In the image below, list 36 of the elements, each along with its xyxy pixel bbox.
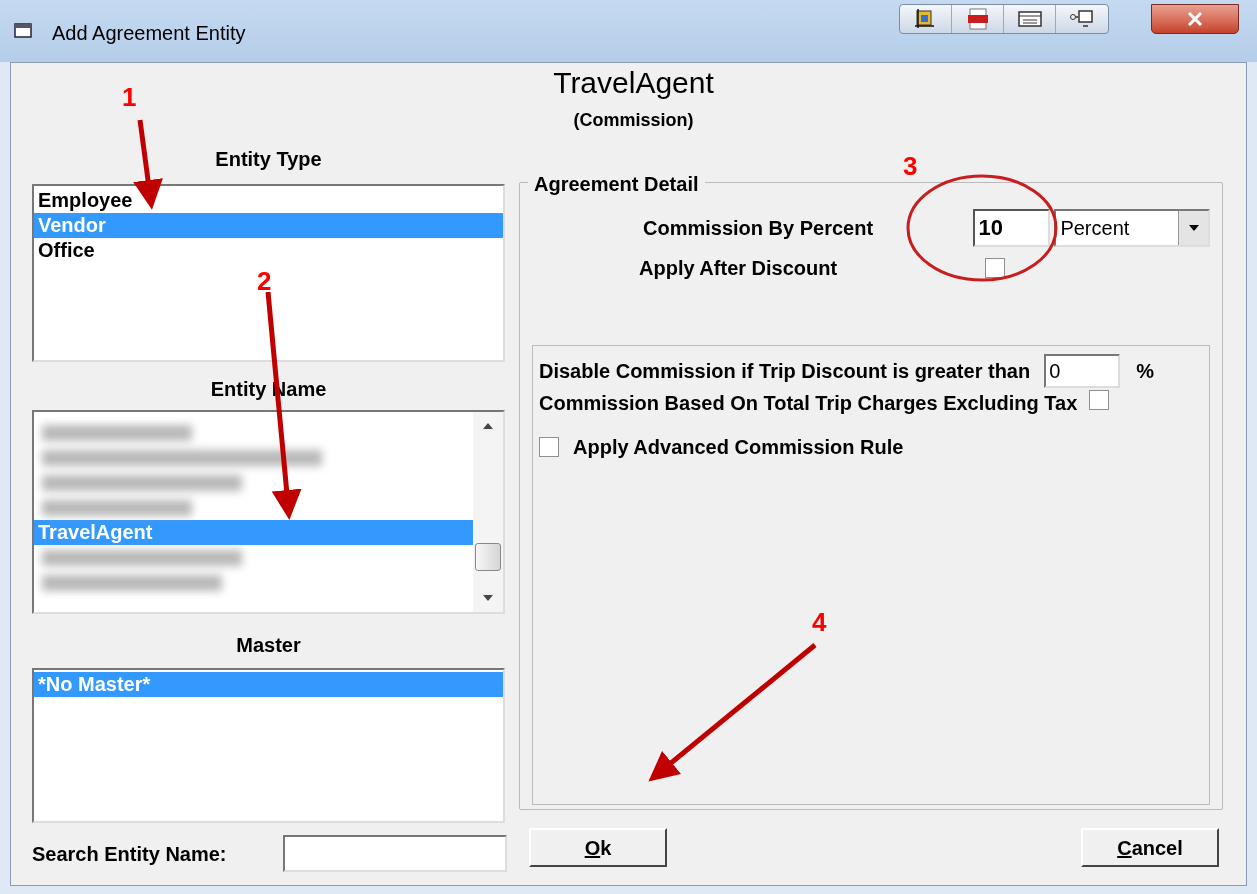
field-label: Disable Commission if Trip Discount is greater than bbox=[539, 359, 1031, 384]
dialog-button[interactable]: Cancel bbox=[1081, 828, 1219, 867]
close-button[interactable] bbox=[1151, 4, 1239, 34]
checkbox-label: Apply Advanced Commission Rule bbox=[573, 435, 904, 460]
annotation-number: 2 bbox=[257, 265, 272, 298]
apply-after-discount-checkbox[interactable] bbox=[985, 258, 1005, 278]
entity-subtitle: (Commission) bbox=[573, 109, 694, 132]
search-label: Search Entity Name: bbox=[32, 841, 227, 867]
close-icon bbox=[1187, 12, 1203, 26]
dialog-button[interactable]: Ok bbox=[529, 828, 667, 867]
unit-dropdown[interactable]: Percent bbox=[1054, 209, 1210, 247]
total-charges-checkbox[interactable] bbox=[1089, 389, 1110, 410]
list-item[interactable]: Employee bbox=[34, 188, 503, 213]
dropdown-arrow-icon bbox=[1187, 224, 1200, 232]
dropdown-value: Percent bbox=[1059, 216, 1131, 241]
field-label: Commission By Percent bbox=[643, 216, 875, 241]
annotation-number: 4 bbox=[812, 606, 827, 639]
scroll-up-icon[interactable] bbox=[482, 422, 494, 430]
scroll-thumb[interactable] bbox=[475, 543, 501, 571]
list-item[interactable]: Office bbox=[34, 238, 503, 263]
search-field[interactable] bbox=[283, 835, 507, 872]
advanced-rule-checkbox[interactable] bbox=[539, 437, 559, 457]
commission-field[interactable]: 10 bbox=[973, 209, 1051, 247]
discount-field[interactable]: 0 bbox=[1044, 354, 1121, 388]
window-title: Add Agreement Entity bbox=[52, 21, 246, 46]
annotation-number: 1 bbox=[122, 81, 137, 114]
section-label: Entity Type bbox=[215, 147, 322, 172]
scrollbar[interactable] bbox=[473, 412, 503, 612]
section-label: Master bbox=[236, 633, 301, 658]
scroll-down-icon[interactable] bbox=[482, 594, 494, 602]
field-label: Commission Based On Total Trip Charges Excluding Tax bbox=[539, 391, 1078, 416]
entity-title: TravelAgent bbox=[553, 65, 714, 101]
percent-sign: % bbox=[1136, 359, 1154, 384]
window-icon bbox=[14, 22, 34, 40]
field-label: Apply After Discount bbox=[639, 256, 839, 281]
annotation-number: 3 bbox=[903, 150, 918, 183]
